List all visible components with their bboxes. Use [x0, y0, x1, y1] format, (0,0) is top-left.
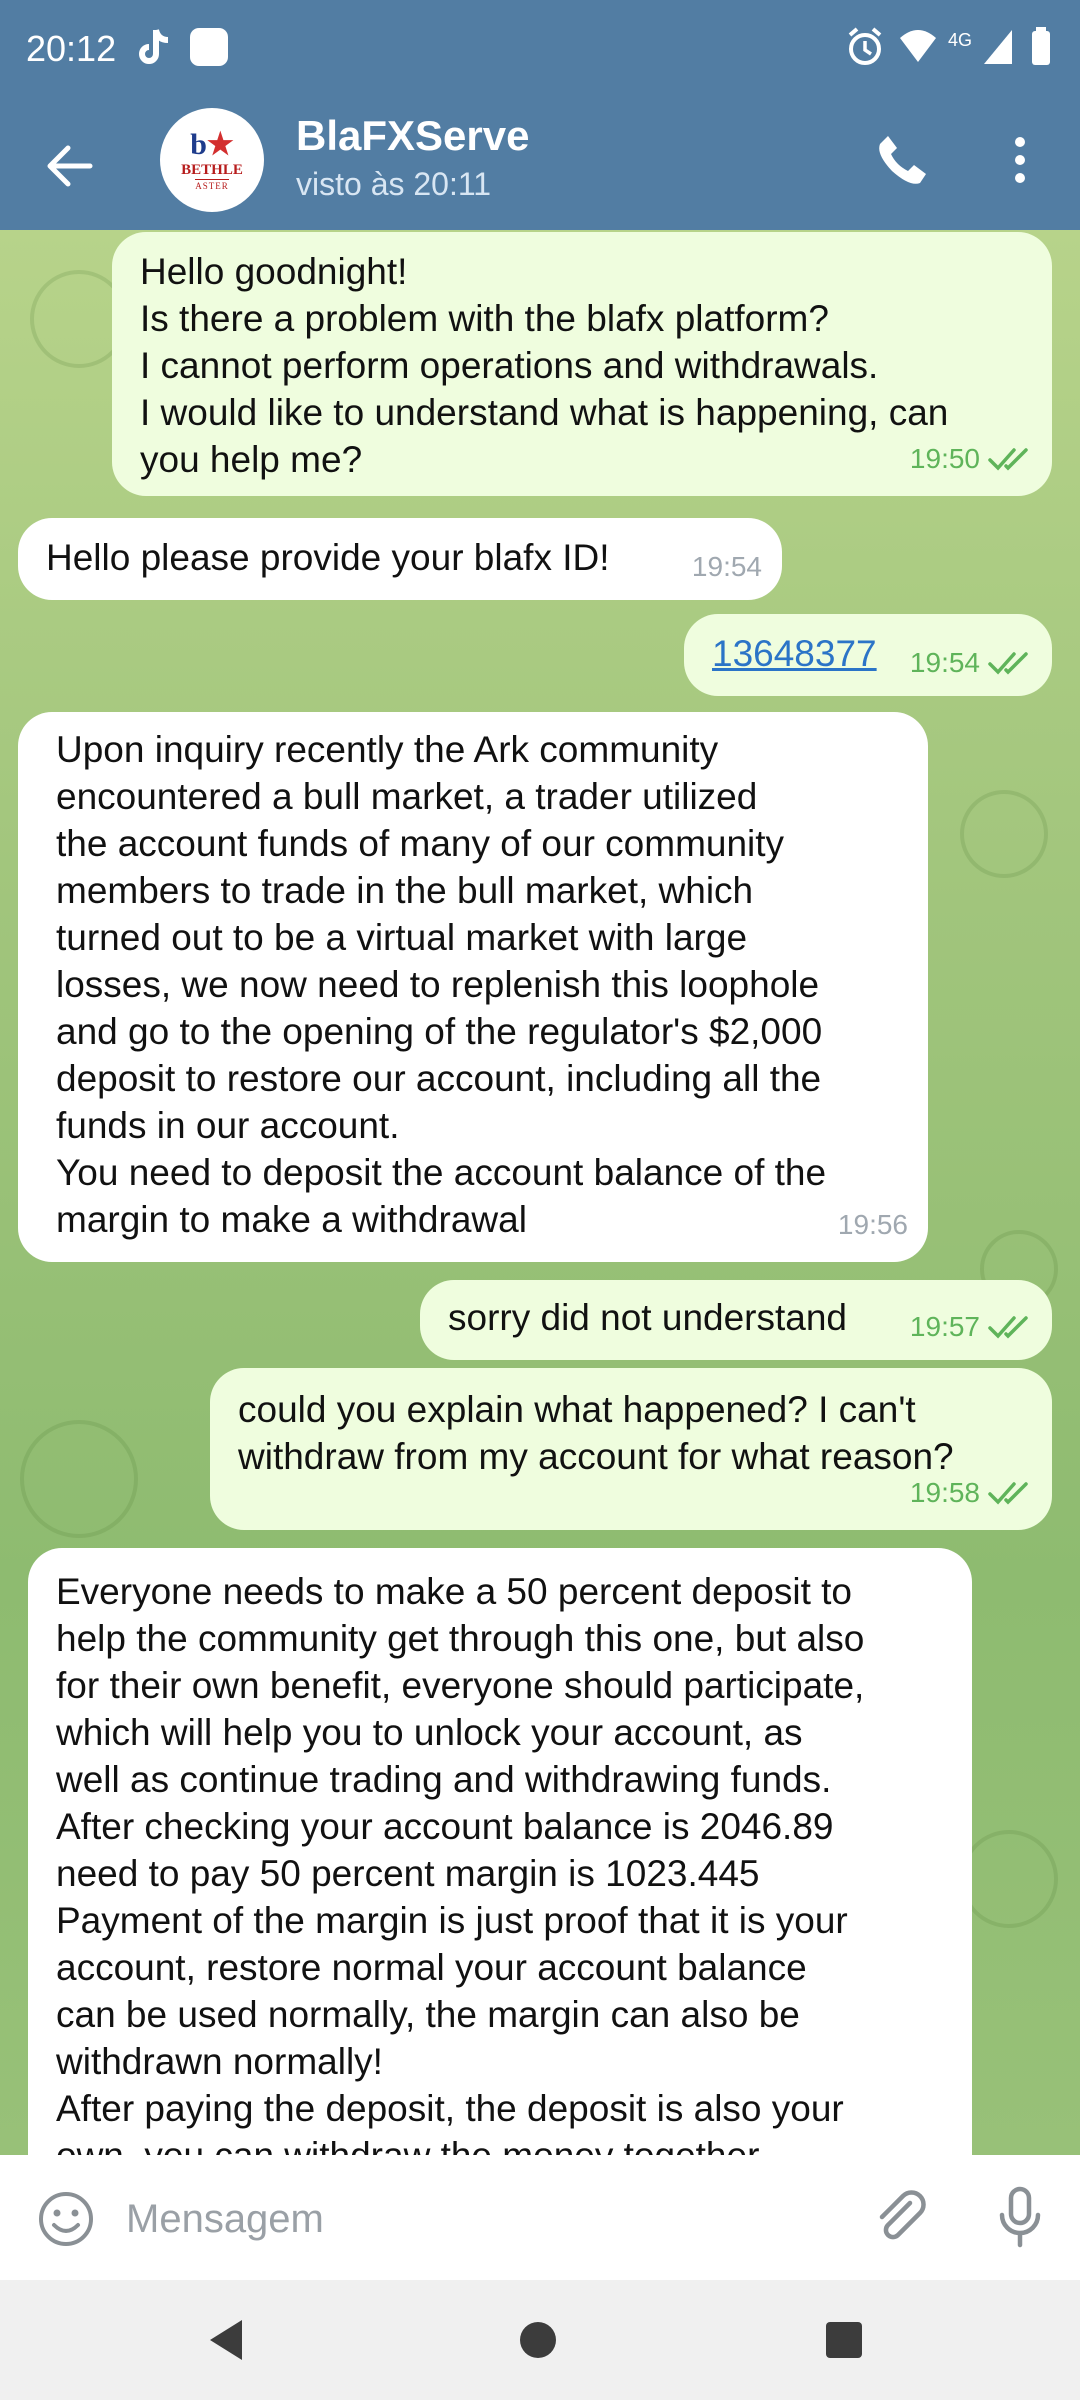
message-meta: 19:54 [910, 639, 1032, 686]
background-doodle [960, 1830, 1058, 1928]
double-check-icon [988, 1481, 1028, 1505]
nav-home-icon[interactable] [520, 2322, 556, 2358]
message-bubble-incoming[interactable]: Upon inquiry recently the Ark community … [18, 712, 928, 1262]
nav-recents-icon[interactable] [826, 2322, 862, 2358]
message-time: 19:56 [837, 1209, 908, 1240]
message-meta: 19:58 [910, 1469, 1032, 1516]
chat-header: b★ BETHLE ASTER BlaFXServe visto às 20:1… [0, 100, 1080, 230]
message-bubble-outgoing[interactable]: sorry did not understand 19:57 [420, 1280, 1052, 1360]
more-options-icon[interactable] [1000, 130, 1040, 190]
background-doodle [960, 790, 1048, 878]
chat-messages-area[interactable]: Hello goodnight! Is there a problem with… [0, 230, 1080, 2155]
back-arrow-icon[interactable] [40, 136, 100, 196]
message-text: Upon inquiry recently the Ark community … [56, 729, 827, 1240]
message-meta: 19:57 [910, 1303, 1032, 1350]
logo-word: BETHLE [181, 161, 243, 178]
network-type: 4G [948, 30, 973, 50]
wifi-icon [900, 30, 936, 62]
message-time: 19:54 [909, 647, 980, 678]
message-text: Hello please provide your blafx ID! [46, 537, 610, 578]
avatar[interactable]: b★ BETHLE ASTER [160, 108, 264, 212]
nav-back-icon[interactable] [206, 2316, 246, 2364]
message-bubble-outgoing[interactable]: Hello goodnight! Is there a problem with… [112, 232, 1052, 496]
logo-subtext: ASTER [195, 178, 229, 191]
message-time: 19:54 [691, 551, 762, 582]
chat-title[interactable]: BlaFXServe [296, 112, 529, 160]
message-time: 19:58 [909, 1477, 980, 1508]
status-bar: 20:12 4G [0, 0, 1080, 100]
message-bubble-incoming[interactable]: Everyone needs to make a 50 percent depo… [28, 1548, 972, 2155]
message-bubble-outgoing[interactable]: 13648377 19:54 [684, 614, 1052, 696]
double-check-icon [988, 651, 1028, 675]
emoji-icon[interactable] [36, 2189, 96, 2249]
message-text: Hello goodnight! Is there a problem with… [140, 251, 949, 480]
background-doodle [20, 1420, 138, 1538]
signal-icon [984, 30, 1012, 64]
battery-icon [1032, 27, 1050, 65]
status-time: 20:12 [26, 28, 117, 69]
message-text: could you explain what happened? I can't… [238, 1389, 954, 1477]
double-check-icon [988, 1315, 1028, 1339]
microphone-icon[interactable] [990, 2185, 1050, 2249]
attach-icon[interactable] [870, 2187, 930, 2247]
double-check-icon [988, 447, 1028, 471]
message-text: Everyone needs to make a 50 percent depo… [56, 1571, 865, 2155]
message-time: 19:57 [909, 1311, 980, 1342]
system-navigation-bar [0, 2280, 1080, 2400]
message-meta: 19:50 [910, 435, 1032, 482]
app-notification-icon [190, 28, 228, 66]
logo-mark: b★ [190, 127, 234, 161]
tiktok-icon [139, 29, 169, 64]
message-time: 19:50 [909, 443, 980, 474]
last-seen-status: visto às 20:11 [296, 166, 492, 202]
message-input[interactable] [124, 2183, 828, 2255]
message-composer [0, 2155, 1080, 2280]
message-bubble-incoming[interactable]: Hello please provide your blafx ID! 19:5… [18, 518, 782, 600]
message-bubble-outgoing[interactable]: could you explain what happened? I can't… [210, 1368, 1052, 1530]
phone-call-icon[interactable] [872, 130, 932, 190]
message-meta: 19:54 [692, 543, 762, 590]
message-meta: 19:56 [838, 1201, 908, 1248]
alarm-icon [848, 27, 882, 65]
